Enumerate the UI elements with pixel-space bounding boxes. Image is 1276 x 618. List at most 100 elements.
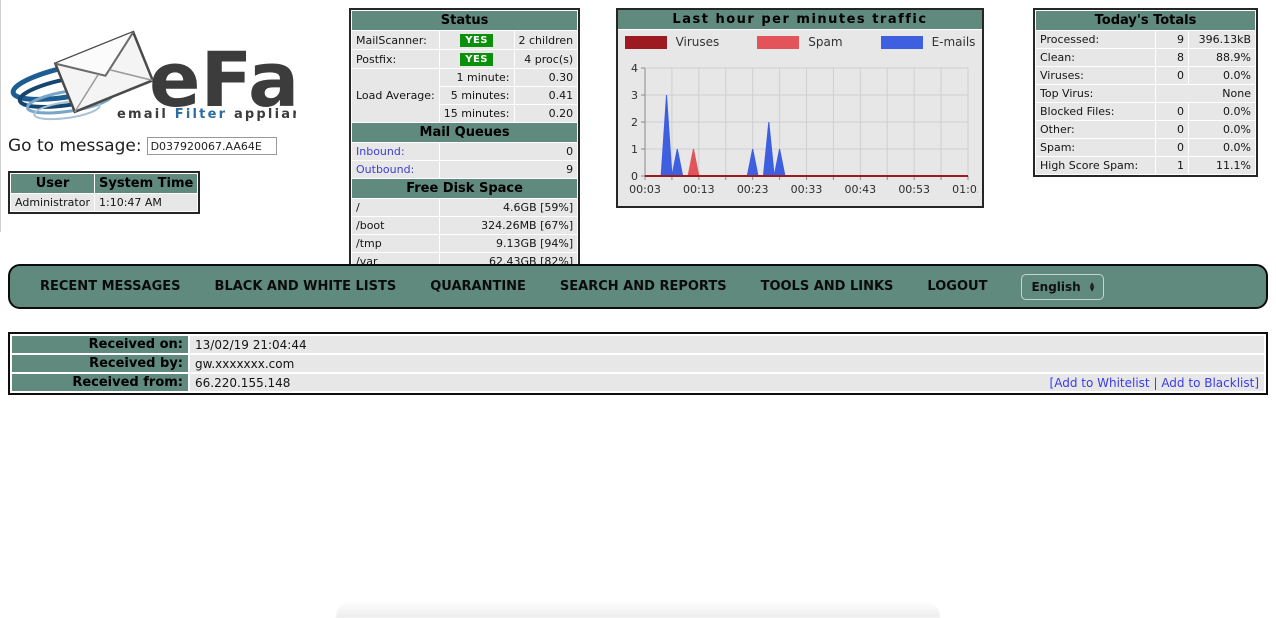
- table-row: Received by: gw.xxxxxxx.com: [12, 355, 1264, 372]
- brand-tagline: email Filter appliance: [117, 107, 296, 122]
- nav-tools-and-links[interactable]: TOOLS AND LINKS: [761, 279, 894, 294]
- svg-text:00:43: 00:43: [844, 183, 876, 196]
- inbound-queue-value: 0: [440, 143, 577, 160]
- received-by-label: Received by:: [12, 355, 188, 372]
- svg-text:00:13: 00:13: [683, 183, 715, 196]
- total-count: 1: [1156, 157, 1188, 174]
- total-count: 9: [1156, 31, 1188, 48]
- total-value: 0.0%: [1189, 139, 1255, 156]
- total-label: Other:: [1036, 121, 1155, 138]
- legend-swatch-icon: [757, 36, 799, 49]
- received-on-label: Received on:: [12, 336, 188, 353]
- disk-mount-value: 4.6GB [59%]: [440, 199, 577, 216]
- table-row: Spam:00.0%: [1036, 139, 1255, 156]
- outbound-queue-link[interactable]: Outbound:: [356, 163, 414, 176]
- total-count: 0: [1156, 103, 1188, 120]
- legend-item-viruses: Viruses: [625, 35, 720, 49]
- main-nav-bar: RECENT MESSAGES BLACK AND WHITE LISTS QU…: [8, 264, 1268, 309]
- table-row: /tmp 9.13GB [94%]: [352, 235, 577, 252]
- total-value: 396.13kB: [1189, 31, 1255, 48]
- traffic-chart-title: Last hour per minutes traffic: [618, 10, 982, 30]
- table-row: Inbound: 0: [352, 143, 577, 160]
- nav-black-and-white-lists[interactable]: BLACK AND WHITE LISTS: [215, 279, 397, 294]
- disk-mount-value: 324.26MB [67%]: [440, 217, 577, 234]
- load-1min-label: 1 minute:: [440, 69, 514, 86]
- svg-text:00:53: 00:53: [898, 183, 930, 196]
- legend-item-spam: Spam: [757, 35, 842, 49]
- svg-text:0: 0: [631, 170, 638, 183]
- traffic-chart-svg: 0123400:0300:1300:2300:3300:4300:5301:03: [618, 54, 978, 206]
- total-value: 0.0%: [1189, 67, 1255, 84]
- language-select-value: English: [1031, 280, 1080, 294]
- table-row: Blocked Files:00.0%: [1036, 103, 1255, 120]
- language-select[interactable]: English ▲▼: [1021, 274, 1104, 300]
- message-id-input[interactable]: [147, 137, 277, 155]
- user-name: Administrator: [11, 194, 94, 211]
- table-row: / 4.6GB [59%]: [352, 199, 577, 216]
- traffic-chart-panel: Last hour per minutes traffic Viruses Spa…: [616, 8, 984, 208]
- table-row: /boot 324.26MB [67%]: [352, 217, 577, 234]
- nav-quarantine[interactable]: QUARANTINE: [430, 279, 526, 294]
- legend-label: Viruses: [676, 35, 720, 49]
- add-to-whitelist-link[interactable]: Add to Whitelist: [1054, 376, 1149, 390]
- efa-dashboard: eFa email Filter appliance Go to message…: [0, 0, 1276, 618]
- goto-message-label: Go to message:: [8, 136, 142, 156]
- total-count: 0: [1156, 139, 1188, 156]
- total-label: Viruses:: [1036, 67, 1155, 84]
- postfix-info: 4 proc(s): [515, 50, 578, 68]
- mailscanner-info: 2 children: [515, 31, 578, 49]
- received-from-label: Received from:: [12, 374, 188, 391]
- load-5min-value: 0.41: [515, 87, 578, 104]
- received-by-value: gw.xxxxxxx.com: [190, 355, 1264, 372]
- envelope-icon: [55, 32, 152, 112]
- svg-text:3: 3: [631, 89, 638, 102]
- outbound-queue-value: 9: [440, 161, 577, 178]
- totals-panel-title: Today's Totals: [1036, 11, 1255, 30]
- total-value: 0.0%: [1189, 121, 1255, 138]
- table-row: MailScanner: YES 2 children: [352, 31, 577, 49]
- total-count: 8: [1156, 49, 1188, 66]
- system-time-column-header: System Time: [95, 174, 197, 193]
- total-label: Clean:: [1036, 49, 1155, 66]
- postfix-label: Postfix:: [352, 50, 439, 68]
- table-row: Outbound: 9: [352, 161, 577, 178]
- total-value: 11.1%: [1189, 157, 1255, 174]
- table-row: Received from: [Add to Whitelist | Add t…: [12, 374, 1264, 391]
- user-column-header: User: [11, 174, 94, 193]
- system-time: 1:10:47 AM: [95, 194, 197, 211]
- nav-recent-messages[interactable]: RECENT MESSAGES: [40, 279, 181, 294]
- svg-text:00:23: 00:23: [737, 183, 769, 196]
- nav-search-and-reports[interactable]: SEARCH AND REPORTS: [560, 279, 727, 294]
- add-to-blacklist-link[interactable]: Add to Blacklist: [1161, 376, 1254, 390]
- message-details-table: Received on: 13/02/19 21:04:44 Received …: [8, 332, 1268, 395]
- total-value: 0.0%: [1189, 103, 1255, 120]
- list-actions: [Add to Whitelist | Add to Blacklist]: [1050, 376, 1259, 390]
- table-row: Other:00.0%: [1036, 121, 1255, 138]
- mail-queues-title: Mail Queues: [352, 123, 577, 142]
- total-label: Blocked Files:: [1036, 103, 1155, 120]
- select-arrows-icon: ▲▼: [1090, 282, 1095, 292]
- efa-logo: eFa email Filter appliance: [4, 14, 296, 126]
- legend-label: E-mails: [932, 35, 976, 49]
- todays-totals-panel: Today's Totals Processed:9396.13kB Clean…: [1033, 8, 1258, 177]
- table-row: Received on: 13/02/19 21:04:44: [12, 336, 1264, 353]
- svg-text:00:33: 00:33: [791, 183, 823, 196]
- svg-text:4: 4: [631, 62, 638, 75]
- inbound-queue-link[interactable]: Inbound:: [356, 145, 405, 158]
- total-value: 88.9%: [1189, 49, 1255, 66]
- svg-text:01:03: 01:03: [952, 183, 978, 196]
- svg-text:00:03: 00:03: [629, 183, 661, 196]
- table-row: Clean:888.9%: [1036, 49, 1255, 66]
- load-5min-label: 5 minutes:: [440, 87, 514, 104]
- chart-legend: Viruses Spam E-mails: [618, 30, 982, 54]
- total-label: Top Virus:: [1036, 85, 1155, 102]
- total-label: Processed:: [1036, 31, 1155, 48]
- received-on-value: 13/02/19 21:04:44: [190, 336, 1264, 353]
- table-row: Processed:9396.13kB: [1036, 31, 1255, 48]
- table-row: Top Virus:None: [1036, 85, 1255, 102]
- disk-mount-label: /boot: [352, 217, 439, 234]
- total-count: 0: [1156, 121, 1188, 138]
- nav-logout[interactable]: LOGOUT: [927, 279, 987, 294]
- total-count: 0: [1156, 67, 1188, 84]
- table-row: Load Average: 1 minute: 0.30: [352, 69, 577, 86]
